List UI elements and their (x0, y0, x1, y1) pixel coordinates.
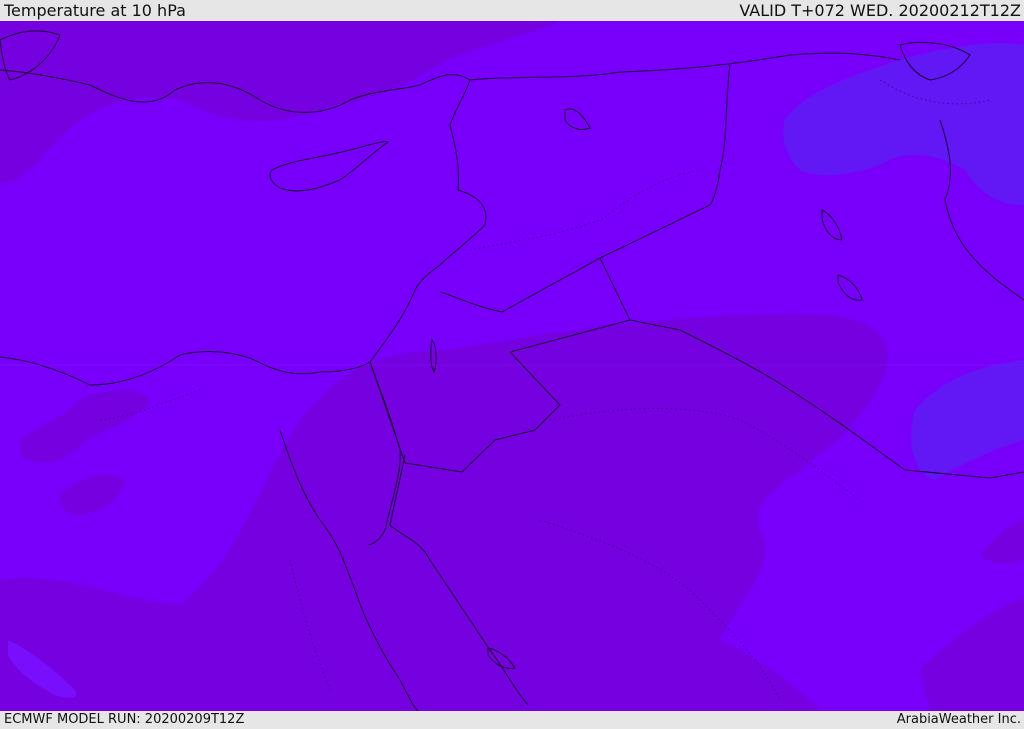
credit: ArabiaWeather Inc. (896, 712, 1021, 727)
model-run: ECMWF MODEL RUN: 20200209T12Z (4, 712, 245, 727)
map-frame: Temperature at 10 hPa VALID T+072 WED. 2… (0, 0, 1024, 729)
footer-bar: ECMWF MODEL RUN: 20200209T12Z ArabiaWeat… (0, 711, 1024, 729)
header-bar: Temperature at 10 hPa VALID T+072 WED. 2… (0, 0, 1024, 21)
map-title: Temperature at 10 hPa (4, 1, 186, 20)
valid-time: VALID T+072 WED. 20200212T12Z (739, 1, 1021, 20)
weather-map (0, 21, 1024, 711)
map-canvas (0, 21, 1024, 711)
